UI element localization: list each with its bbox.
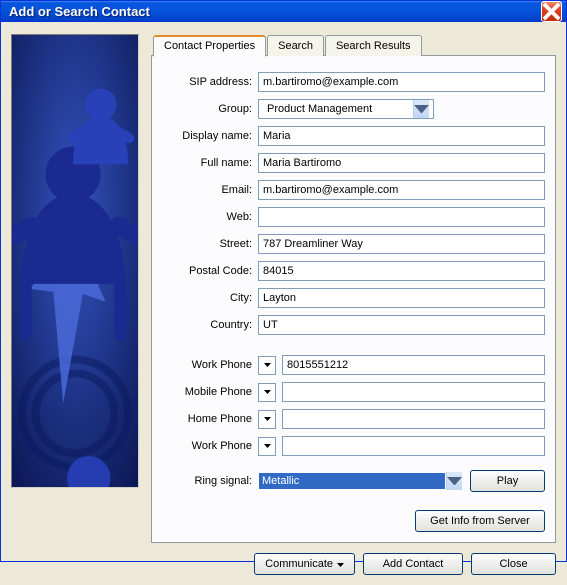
row-email: Email: — [162, 178, 545, 202]
sip-input[interactable] — [258, 72, 545, 92]
label-home-phone: Home Phone — [162, 413, 258, 425]
email-input[interactable] — [258, 180, 545, 200]
label-work-phone-2: Work Phone — [162, 440, 258, 452]
country-input[interactable] — [258, 315, 545, 335]
row-work-phone-2: Work Phone — [162, 434, 545, 458]
row-mobile-phone: Mobile Phone — [162, 380, 545, 404]
group-combo[interactable]: Product Management — [258, 99, 434, 119]
label-ring: Ring signal: — [162, 475, 258, 487]
work-phone-2-input[interactable] — [282, 436, 545, 456]
label-street: Street: — [162, 238, 258, 250]
street-input[interactable] — [258, 234, 545, 254]
close-icon[interactable] — [541, 1, 562, 22]
main-area: Contact Properties Search Search Results… — [11, 34, 556, 543]
tab-strip: Contact Properties Search Search Results — [153, 34, 556, 55]
communicate-label: Communicate — [265, 558, 333, 570]
sidebar-illustration — [11, 34, 139, 488]
play-button[interactable]: Play — [470, 470, 545, 492]
row-ring-signal: Ring signal: Metallic Play — [162, 469, 545, 493]
postal-input[interactable] — [258, 261, 545, 281]
home-phone-type-dropdown[interactable] — [258, 410, 276, 429]
label-full-name: Full name: — [162, 157, 258, 169]
row-sip: SIP address: — [162, 70, 545, 94]
row-street: Street: — [162, 232, 545, 256]
dialog-window: Add or Search Contact — [0, 0, 567, 562]
display-name-input[interactable] — [258, 126, 545, 146]
label-work-phone: Work Phone — [162, 359, 258, 371]
home-phone-input[interactable] — [282, 409, 545, 429]
add-contact-button[interactable]: Add Contact — [363, 553, 463, 575]
content-area: Contact Properties Search Search Results… — [1, 22, 566, 585]
work-phone-input[interactable] — [282, 355, 545, 375]
work-phone-2-type-dropdown[interactable] — [258, 437, 276, 456]
group-value: Product Management — [263, 103, 413, 115]
get-info-button[interactable]: Get Info from Server — [415, 510, 545, 532]
label-sip: SIP address: — [162, 76, 258, 88]
bottom-bar: Communicate Add Contact Close — [11, 543, 556, 575]
row-full-name: Full name: — [162, 151, 545, 175]
tab-search-results[interactable]: Search Results — [325, 35, 422, 56]
chevron-down-icon — [446, 472, 462, 490]
tab-contact-properties[interactable]: Contact Properties — [153, 35, 266, 57]
label-mobile-phone: Mobile Phone — [162, 386, 258, 398]
row-display-name: Display name: — [162, 124, 545, 148]
titlebar: Add or Search Contact — [1, 1, 566, 22]
chevron-down-icon — [337, 558, 344, 570]
full-name-input[interactable] — [258, 153, 545, 173]
web-input[interactable] — [258, 207, 545, 227]
communicate-button[interactable]: Communicate — [254, 553, 355, 575]
label-email: Email: — [162, 184, 258, 196]
chevron-down-icon — [413, 100, 429, 118]
row-postal: Postal Code: — [162, 259, 545, 283]
tab-search[interactable]: Search — [267, 35, 324, 56]
ring-combo[interactable]: Metallic — [258, 471, 462, 492]
city-input[interactable] — [258, 288, 545, 308]
row-work-phone: Work Phone — [162, 353, 545, 377]
label-group: Group: — [162, 103, 258, 115]
row-get-info: Get Info from Server — [162, 510, 545, 532]
spacer — [162, 340, 545, 350]
mobile-phone-type-dropdown[interactable] — [258, 383, 276, 402]
work-phone-type-dropdown[interactable] — [258, 356, 276, 375]
row-home-phone: Home Phone — [162, 407, 545, 431]
row-city: City: — [162, 286, 545, 310]
label-postal: Postal Code: — [162, 265, 258, 277]
ring-value: Metallic — [259, 473, 445, 489]
row-web: Web: — [162, 205, 545, 229]
label-country: Country: — [162, 319, 258, 331]
label-city: City: — [162, 292, 258, 304]
window-title: Add or Search Contact — [9, 4, 541, 19]
row-country: Country: — [162, 313, 545, 337]
label-display-name: Display name: — [162, 130, 258, 142]
row-group: Group: Product Management — [162, 97, 545, 121]
tab-body: SIP address: Group: Product Management — [151, 55, 556, 543]
mobile-phone-input[interactable] — [282, 382, 545, 402]
label-web: Web: — [162, 211, 258, 223]
close-button[interactable]: Close — [471, 553, 556, 575]
tabs-panel: Contact Properties Search Search Results… — [151, 34, 556, 543]
